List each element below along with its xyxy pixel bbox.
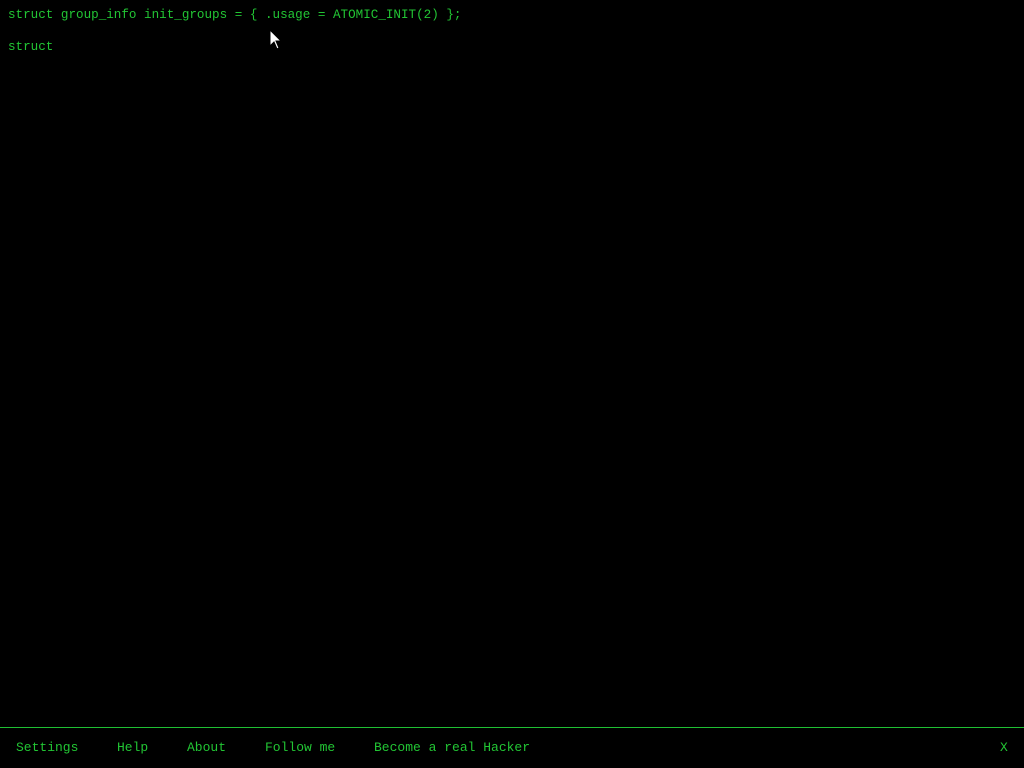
about-button[interactable]: About [187,740,226,756]
follow-me-button[interactable]: Follow me [265,740,335,756]
code-line: struct [8,40,54,54]
help-button[interactable]: Help [117,740,148,756]
become-hacker-button[interactable]: Become a real Hacker [374,740,530,756]
close-button[interactable]: X [1000,740,1008,756]
code-terminal[interactable]: struct group_info init_groups = { .usage… [0,0,1024,727]
settings-button[interactable]: Settings [16,740,78,756]
code-line: struct group_info init_groups = { .usage… [8,8,462,22]
bottom-menu-bar: Settings Help About Follow me Become a r… [0,727,1024,768]
